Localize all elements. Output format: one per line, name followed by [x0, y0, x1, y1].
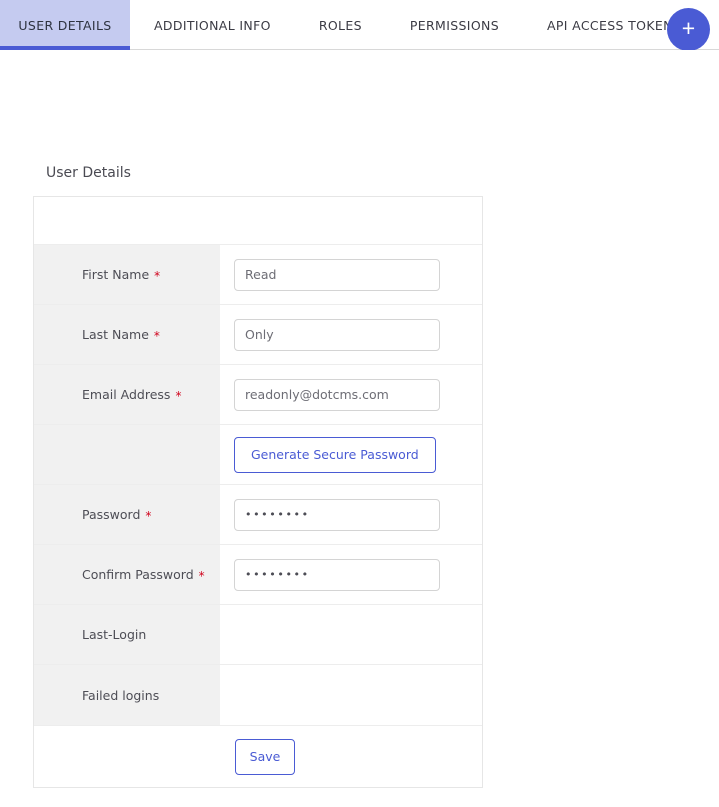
field-failed-logins	[220, 665, 482, 725]
email-address-input[interactable]	[234, 379, 440, 411]
tab-roles[interactable]: ROLES	[295, 0, 386, 50]
form-row-generate-secure-password: Generate Secure Password	[34, 425, 482, 485]
label-text-last-login: Last-Login	[82, 627, 146, 642]
last-name-input[interactable]	[234, 319, 440, 351]
form-rows: First Name * Last Name * Email Address * Gener…	[34, 245, 482, 725]
label-text-last-name: Last Name	[82, 327, 149, 342]
field-password	[220, 485, 482, 544]
tab-additional-info[interactable]: ADDITIONAL INFO	[130, 0, 295, 50]
field-generate-secure-password: Generate Secure Password	[220, 425, 482, 484]
label-text-failed-logins: Failed logins	[82, 688, 159, 703]
label-text-password: Password	[82, 507, 140, 522]
label-generate-secure-password	[34, 425, 220, 484]
field-first-name	[220, 245, 482, 304]
required-asterisk-icon: *	[199, 570, 205, 582]
confirm-password-input[interactable]	[234, 559, 440, 591]
first-name-input[interactable]	[234, 259, 440, 291]
label-last-name: Last Name *	[34, 305, 220, 364]
generate-secure-password-button[interactable]: Generate Secure Password	[234, 437, 436, 473]
field-email-address	[220, 365, 482, 424]
required-asterisk-icon: *	[154, 270, 160, 282]
label-confirm-password: Confirm Password *	[34, 545, 220, 604]
save-button[interactable]: Save	[235, 739, 295, 775]
required-asterisk-icon: *	[154, 330, 160, 342]
tab-permissions[interactable]: PERMISSIONS	[386, 0, 523, 50]
card-header-blank	[34, 197, 482, 245]
page-body: User Details First Name*Last Name*Email …	[0, 50, 719, 807]
label-failed-logins: Failed logins	[34, 665, 220, 725]
form-row-email-address: Email Address *	[34, 365, 482, 425]
page-title: User Details	[46, 165, 131, 181]
label-text-confirm-password: Confirm Password	[82, 567, 194, 582]
card-footer: Save	[34, 725, 482, 787]
field-confirm-password	[220, 545, 482, 604]
form-row-last-login: Last-Login	[34, 605, 482, 665]
field-last-login	[220, 605, 482, 664]
form-row-first-name: First Name *	[34, 245, 482, 305]
plus-icon: +	[682, 17, 695, 40]
form-row-confirm-password: Confirm Password *	[34, 545, 482, 605]
form-row-failed-logins: Failed logins	[34, 665, 482, 725]
field-last-name	[220, 305, 482, 364]
label-password: Password *	[34, 485, 220, 544]
label-first-name: First Name *	[34, 245, 220, 304]
form-row-last-name: Last Name *	[34, 305, 482, 365]
tab-list: USER DETAILSADDITIONAL INFOROLESPERMISSI…	[0, 0, 705, 49]
required-asterisk-icon: *	[175, 390, 181, 402]
form-row-password: Password *	[34, 485, 482, 545]
label-last-login: Last-Login	[34, 605, 220, 664]
label-text-first-name: First Name	[82, 267, 149, 282]
password-input[interactable]	[234, 499, 440, 531]
required-asterisk-icon: *	[145, 510, 151, 522]
tab-bar: USER DETAILSADDITIONAL INFOROLESPERMISSI…	[0, 0, 719, 50]
label-text-email-address: Email Address	[82, 387, 170, 402]
add-button[interactable]: +	[667, 8, 710, 51]
user-details-card: First Name * Last Name * Email Address * Gener…	[33, 196, 483, 788]
label-email-address: Email Address *	[34, 365, 220, 424]
tab-user-details[interactable]: USER DETAILS	[0, 0, 130, 50]
